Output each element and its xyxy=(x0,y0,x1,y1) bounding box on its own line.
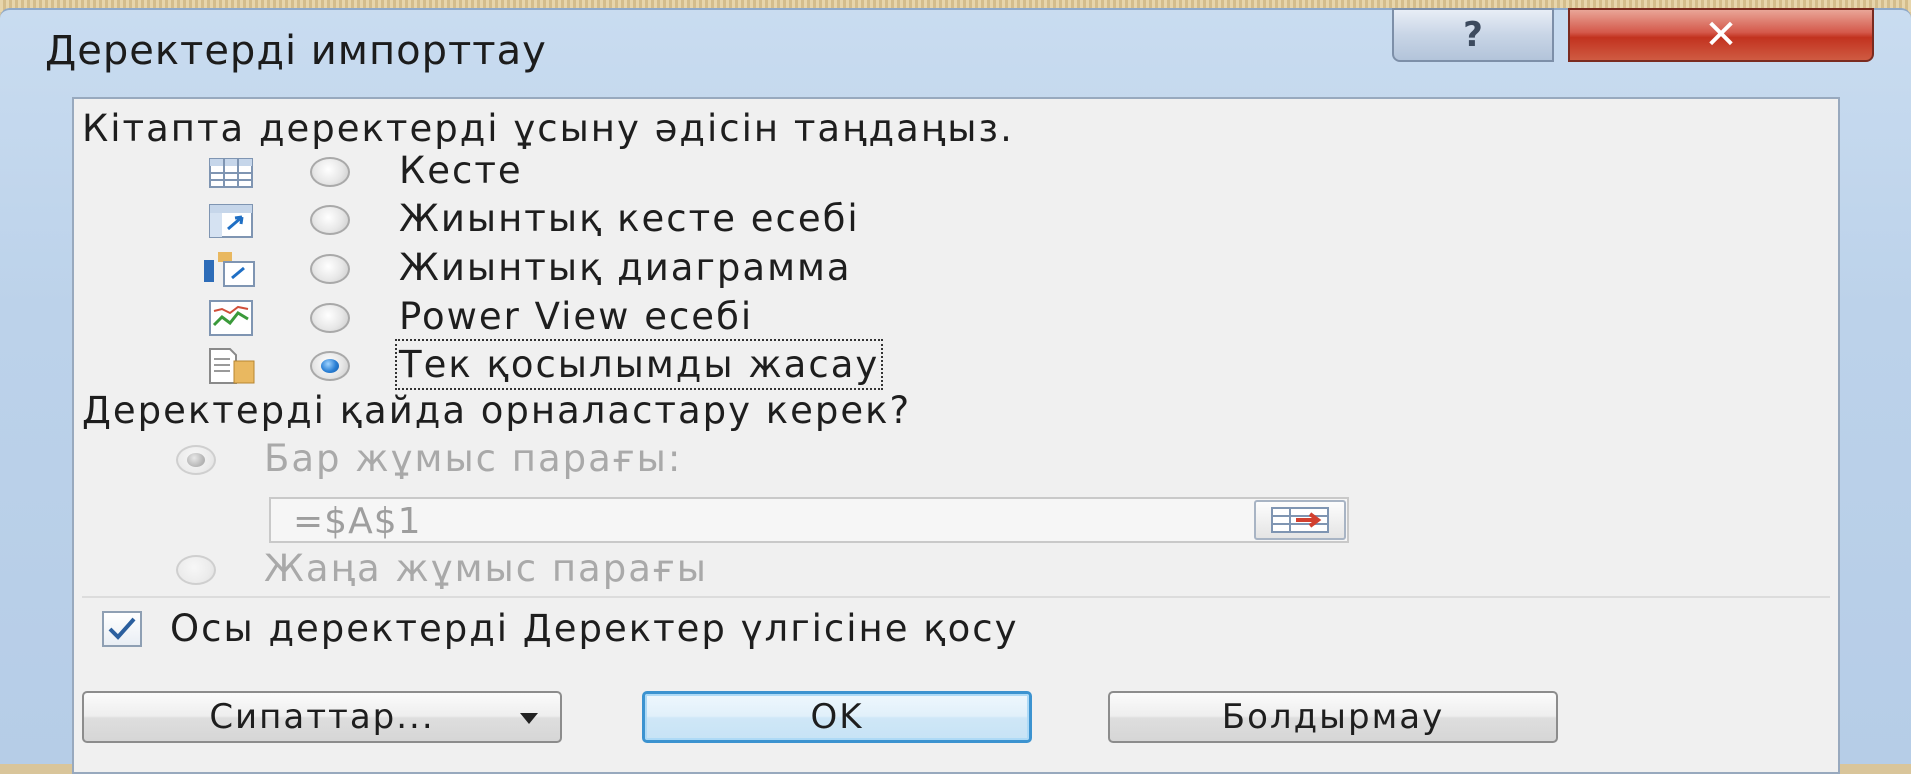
ok-button-label: OK xyxy=(810,697,864,737)
view-section-heading: Кітапта деректерді ұсыну әдісін таңдаңыз… xyxy=(82,107,1014,150)
properties-button[interactable]: Сипаттар... xyxy=(82,691,562,743)
table-icon xyxy=(209,158,253,188)
ok-button[interactable]: OK xyxy=(642,691,1032,743)
data-model-checkbox[interactable] xyxy=(102,611,142,647)
connection-only-icon xyxy=(209,348,255,384)
radio-table[interactable] xyxy=(310,157,350,187)
dialog-content: Кітапта деректерді ұсыну әдісін таңдаңыз… xyxy=(72,97,1840,774)
help-button[interactable]: ? xyxy=(1392,8,1554,62)
data-model-label: Осы деректерді Деректер үлгісіне қосу xyxy=(170,607,1019,650)
separator-line xyxy=(82,596,1830,598)
location-section-heading: Деректерді қайда орналастару керек? xyxy=(82,389,912,432)
option-power-view-label: Power View есебі xyxy=(399,295,754,338)
option-connection-only[interactable]: Тек қосылымды жасау xyxy=(74,339,1074,390)
option-pivot-chart-label: Жиынтық диаграмма xyxy=(399,246,852,289)
pivot-chart-icon xyxy=(204,252,255,287)
radio-pivot-table[interactable] xyxy=(310,205,350,235)
option-connection-only-label: Тек қосылымды жасау xyxy=(394,339,884,390)
checkmark-icon xyxy=(108,617,136,640)
dropdown-arrow-icon xyxy=(520,713,538,724)
option-new-sheet-label: Жаңа жұмыс парағы xyxy=(264,547,708,590)
option-new-sheet[interactable]: Жаңа жұмыс парағы xyxy=(74,547,874,593)
option-table[interactable]: Кесте xyxy=(74,149,1074,195)
close-icon: ✕ xyxy=(1704,12,1738,58)
help-icon: ? xyxy=(1463,15,1483,55)
range-select-icon xyxy=(1271,507,1329,533)
pivot-table-icon xyxy=(209,204,253,238)
close-button[interactable]: ✕ xyxy=(1568,8,1874,62)
dialog-title: Деректерді импорттау xyxy=(45,28,547,74)
option-pivot-table[interactable]: Жиынтық кесте есебі xyxy=(74,197,1074,243)
cancel-button[interactable]: Болдырмау xyxy=(1108,691,1558,743)
import-data-dialog: Деректерді импорттау ? ✕ Кітапта деректе… xyxy=(0,8,1911,774)
option-existing-sheet[interactable]: Бар жұмыс парағы: xyxy=(74,437,874,483)
option-existing-sheet-label: Бар жұмыс парағы: xyxy=(264,437,683,480)
radio-pivot-chart[interactable] xyxy=(310,254,350,284)
cancel-button-label: Болдырмау xyxy=(1221,697,1445,737)
option-pivot-chart[interactable]: Жиынтық диаграмма xyxy=(74,246,1074,292)
properties-button-label: Сипаттар... xyxy=(209,697,435,737)
range-picker-button[interactable] xyxy=(1254,500,1346,540)
radio-connection-only[interactable] xyxy=(310,351,350,381)
option-pivot-table-label: Жиынтық кесте есебі xyxy=(399,197,860,240)
power-view-icon xyxy=(209,300,253,336)
title-bar[interactable]: Деректерді импорттау ? ✕ xyxy=(0,8,1911,102)
radio-power-view[interactable] xyxy=(310,303,350,333)
option-table-label: Кесте xyxy=(399,149,523,192)
cell-reference-value: =$A$1 xyxy=(293,501,422,542)
option-power-view[interactable]: Power View есебі xyxy=(74,295,1074,341)
cell-reference-input[interactable]: =$A$1 xyxy=(269,497,1349,543)
radio-new-sheet[interactable] xyxy=(176,555,216,585)
radio-existing-sheet[interactable] xyxy=(176,445,216,475)
